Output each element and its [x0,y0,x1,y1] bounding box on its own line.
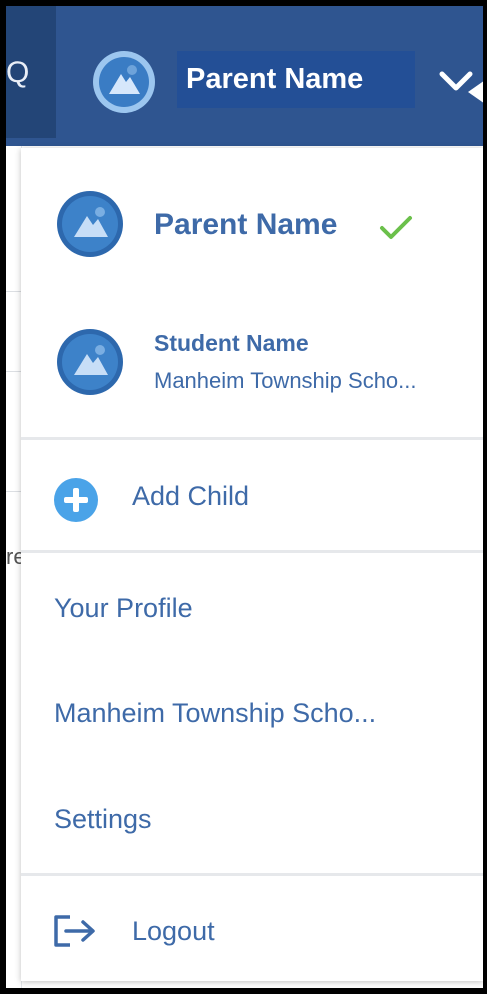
plus-circle-icon [54,478,98,522]
user-menu-button[interactable]: Parent Name [177,51,415,108]
avatar-icon [57,191,123,257]
menu-item-school[interactable]: Manheim Township Scho... [54,698,376,729]
account-school-student: Manheim Township Scho... [154,368,417,393]
menu-item-settings[interactable]: Settings [54,804,152,835]
logout-button[interactable]: Logout [132,916,215,947]
account-name-student: Student Name [154,330,309,356]
search-button[interactable]: Q [6,6,56,138]
background-divider [6,291,21,292]
add-child-button[interactable]: Add Child [132,481,249,512]
menu-divider [21,550,483,553]
app-frame: Q Parent Name re Parent Name Student Nam… [6,6,483,988]
search-icon: Q [6,56,30,89]
top-bar: Q Parent Name [6,6,483,146]
background-divider [6,491,21,492]
user-name: Parent Name [186,63,364,95]
account-item-student[interactable] [21,298,483,428]
check-icon [380,216,412,239]
menu-divider [21,437,483,440]
dropdown-pointer [468,78,483,106]
account-dropdown-menu: Parent Name Student Name Manheim Townshi… [21,148,483,981]
avatar-icon[interactable] [92,50,156,114]
account-name-parent: Parent Name [154,208,338,241]
menu-divider [21,873,483,876]
logout-icon [54,915,95,947]
menu-item-your-profile[interactable]: Your Profile [54,593,193,624]
background-divider [6,371,21,372]
background-page: re [6,146,26,988]
avatar-icon [57,329,123,395]
